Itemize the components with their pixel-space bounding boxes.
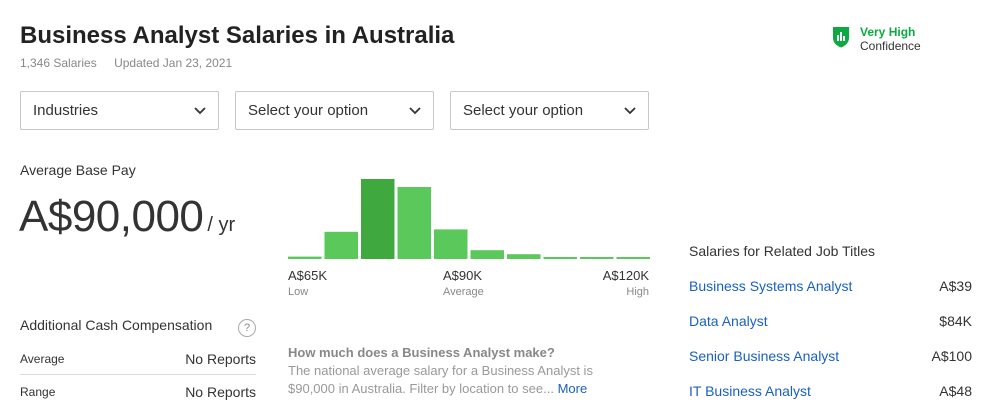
filter-dropdown-2-label: Select your option	[248, 102, 369, 119]
average-base-pay-label: Average Base Pay	[20, 162, 136, 178]
faq-answer-text: The national average salary for a Busine…	[288, 363, 593, 396]
chevron-down-icon	[409, 106, 421, 114]
salary-count: 1,346 Salaries	[20, 56, 97, 70]
related-item: Data Analyst $84K	[689, 313, 972, 329]
related-item: IT Business Analyst A$48	[689, 383, 972, 399]
histogram-bar	[288, 256, 322, 259]
related-titles-heading: Salaries for Related Job Titles	[689, 243, 875, 259]
related-job-link[interactable]: IT Business Analyst	[689, 383, 811, 399]
axis-average-label: Average	[443, 286, 484, 298]
comp-row-range: Range No Reports	[20, 376, 256, 408]
additional-comp-title: Additional Cash Compensation	[20, 317, 213, 333]
comp-value: No Reports	[185, 350, 256, 367]
histogram-bar	[507, 254, 541, 259]
histogram-bar	[616, 257, 650, 259]
histogram-bar	[434, 229, 468, 259]
confidence-badge: Very High Confidence	[832, 25, 921, 53]
histogram-bar	[324, 231, 358, 259]
axis-high-value: A$120K	[603, 268, 650, 283]
histogram-bar	[543, 257, 577, 259]
histogram-bar	[397, 187, 431, 259]
confidence-label: Confidence	[860, 39, 921, 53]
related-job-link[interactable]: Data Analyst	[689, 313, 768, 329]
page-title: Business Analyst Salaries in Australia	[20, 22, 455, 49]
chevron-down-icon	[624, 106, 636, 114]
pay-unit: / yr	[207, 214, 236, 236]
more-link[interactable]: More	[558, 381, 588, 396]
confidence-level: Very High	[860, 25, 916, 39]
pay-value: A$90,000	[19, 192, 204, 241]
salary-histogram: A$65K Low A$90K Average A$120K High	[288, 179, 650, 298]
faq-question: How much does a Business Analyst make?	[288, 345, 555, 360]
comp-value: No Reports	[185, 384, 256, 400]
axis-high-label: High	[626, 286, 649, 298]
related-job-salary: $84K	[939, 313, 972, 329]
industries-dropdown[interactable]: Industries	[20, 91, 219, 130]
histogram-bar	[470, 250, 504, 259]
average-base-pay: A$90,000/ yr	[19, 192, 235, 242]
filter-dropdown-3[interactable]: Select your option	[450, 91, 649, 130]
faq-answer: The national average salary for a Busine…	[288, 362, 618, 398]
axis-low-value: A$65K	[288, 268, 327, 283]
axis-low-label: Low	[288, 286, 308, 298]
salary-meta: 1,346 Salaries Updated Jan 23, 2021	[20, 56, 232, 70]
updated-date: Updated Jan 23, 2021	[114, 56, 233, 70]
question-mark-icon[interactable]: ?	[238, 319, 256, 337]
histogram-bar	[361, 179, 395, 259]
axis-average-value: A$90K	[443, 268, 482, 283]
comp-key: Range	[20, 385, 56, 399]
related-item: Business Systems Analyst A$39	[689, 278, 972, 294]
related-job-link[interactable]: Senior Business Analyst	[689, 348, 839, 364]
histogram-bar	[580, 257, 614, 259]
related-job-salary: A$100	[931, 348, 972, 364]
shield-bar-chart-icon	[833, 27, 849, 48]
filter-dropdown-2[interactable]: Select your option	[235, 91, 434, 130]
chevron-down-icon	[194, 106, 206, 114]
industries-dropdown-label: Industries	[33, 102, 99, 119]
comp-row-average: Average No Reports	[20, 343, 256, 375]
related-job-link[interactable]: Business Systems Analyst	[689, 278, 852, 294]
filter-dropdown-3-label: Select your option	[463, 102, 584, 119]
related-item: Senior Business Analyst A$100	[689, 348, 972, 364]
faq-section: How much does a Business Analyst make? T…	[288, 345, 618, 398]
related-job-salary: A$48	[939, 383, 972, 399]
related-job-salary: A$39	[939, 278, 972, 294]
comp-key: Average	[20, 351, 65, 366]
